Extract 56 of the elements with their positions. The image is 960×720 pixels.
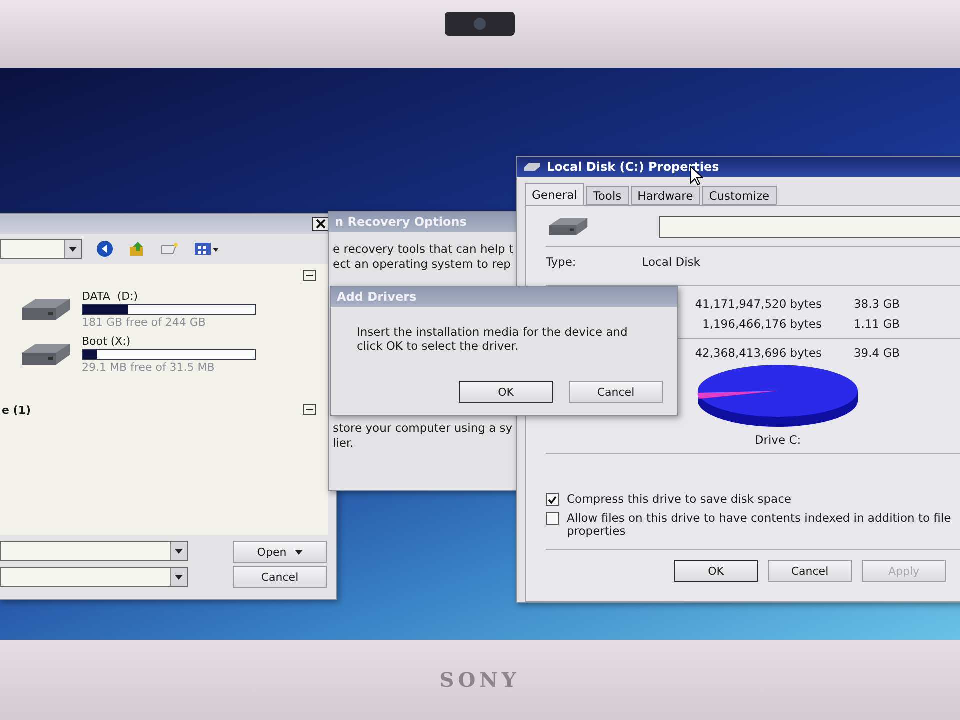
description-text: e recovery tools that can help t — [333, 242, 514, 256]
folder-up-icon[interactable] — [128, 240, 146, 258]
dialog-message: Insert the installation media for the device and click OK to select the driver. — [357, 325, 629, 353]
drive-item[interactable]: Boot (X:) 29.1 MB free of 31.5 MB — [18, 335, 328, 374]
dialog-button[interactable]: Cancel — [569, 381, 663, 403]
dialog-button[interactable]: Cancel — [768, 560, 852, 582]
collapse-icon[interactable] — [303, 270, 316, 281]
tab[interactable]: Customize — [702, 186, 777, 205]
tab[interactable]: Tools — [586, 186, 629, 205]
cancel-button[interactable]: Cancel — [233, 566, 327, 588]
new-folder-icon[interactable] — [160, 241, 180, 257]
location-dropdown[interactable] — [0, 239, 82, 259]
size-bytes: 42,368,413,696 bytes — [695, 345, 822, 362]
dialog-button[interactable]: OK — [674, 560, 758, 582]
drive-label: Drive C: — [754, 433, 802, 448]
size-bytes: 1,196,466,176 bytes — [702, 316, 822, 334]
tab[interactable]: Hardware — [630, 186, 700, 205]
option-checkbox[interactable]: Allow files on this drive to have contents indexed in addition to file properties — [546, 512, 960, 538]
caret-icon — [69, 246, 77, 252]
option-checkbox[interactable]: Compress this drive to save disk space — [546, 493, 960, 506]
brand-logo: SONY — [440, 668, 520, 692]
group-header: e (1) — [2, 404, 31, 417]
checkmark-icon — [548, 496, 557, 504]
drive-icon — [523, 162, 541, 172]
dialog-button[interactable]: OK — [459, 381, 553, 403]
drive-name: Boot (X:) — [82, 335, 132, 348]
view-menu-icon[interactable] — [194, 241, 220, 257]
open-button[interactable]: Open — [233, 541, 327, 563]
size-gb: 1.11 GB — [852, 316, 900, 334]
type-value: Local Disk — [642, 255, 700, 270]
window-title: Local Disk (C:) Properties — [517, 157, 960, 177]
size-gb: 39.4 GB — [852, 345, 900, 362]
type-label: Type: — [546, 255, 576, 270]
caret-icon — [294, 550, 303, 554]
checkbox[interactable] — [546, 512, 559, 526]
checkbox[interactable] — [546, 493, 559, 506]
description-text: lier. — [333, 436, 355, 450]
size-bytes: 41,171,947,520 bytes — [695, 296, 822, 314]
description-text: ect an operating system to rep — [333, 257, 512, 271]
caret-icon — [175, 548, 183, 554]
file-type-dropdown[interactable] — [0, 567, 188, 587]
description-text: store your computer using a sy — [333, 421, 514, 435]
collapse-icon[interactable] — [303, 404, 316, 415]
file-name-dropdown[interactable] — [0, 541, 188, 561]
drive-free-space: 181 GB free of 244 GB — [82, 316, 207, 329]
drive-name-field[interactable] — [658, 216, 960, 238]
back-icon[interactable] — [96, 240, 114, 258]
dialog-title: Add Drivers — [331, 287, 677, 307]
drive-item[interactable]: DATA (D:) 181 GB free of 244 GB — [18, 290, 328, 329]
tab[interactable]: General — [525, 183, 584, 205]
webcam-icon — [445, 12, 515, 36]
close-icon[interactable] — [312, 217, 330, 231]
size-gb: 38.3 GB — [852, 296, 900, 314]
drive-free-space: 29.1 MB free of 31.5 MB — [82, 361, 216, 374]
drive-name: DATA (D:) — [82, 290, 140, 303]
caret-icon — [175, 574, 183, 580]
